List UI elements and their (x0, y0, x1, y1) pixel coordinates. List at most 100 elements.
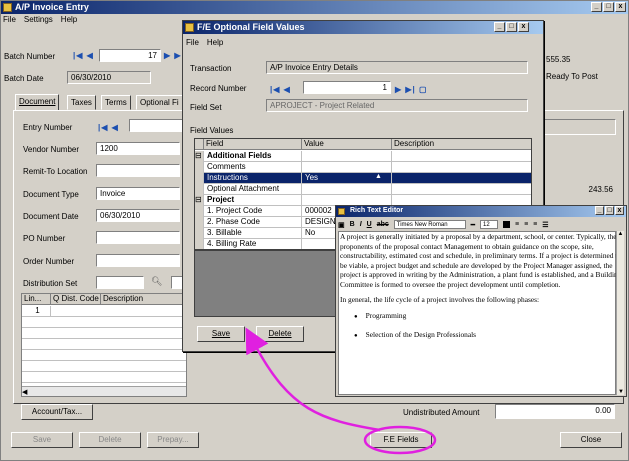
tab-optional-fields[interactable]: Optional Fi (136, 95, 183, 110)
order-number-label: Order Number (23, 257, 75, 266)
record-number-label: Record Number (190, 84, 247, 93)
grid-header-line[interactable]: Lin... (22, 294, 51, 305)
group-row[interactable]: ⊟ Additional Fields (195, 151, 531, 162)
underline-icon[interactable]: U (367, 221, 372, 228)
cell-value[interactable] (302, 162, 392, 173)
batch-number-field[interactable]: 17 (99, 49, 161, 62)
doc-date-field[interactable]: 06/30/2010 (96, 209, 180, 222)
entry-number-field[interactable] (129, 119, 189, 132)
close-button[interactable]: Close (560, 432, 622, 448)
table-row[interactable] (22, 350, 186, 361)
doc-type-field[interactable]: Invoice (96, 187, 180, 200)
maximize-button[interactable]: □ (603, 2, 614, 12)
optional-save-button[interactable]: Save (197, 326, 245, 342)
menu-settings[interactable]: Settings (24, 15, 53, 24)
rte-paragraph-1: A project is generally initiated by a pr… (340, 232, 622, 289)
doc-type-label: Document Type (23, 190, 79, 199)
batch-nav-prev-icons[interactable]: |◀ ◀ (73, 51, 94, 60)
row-indent (195, 184, 204, 195)
optional-menu-file[interactable]: File (186, 38, 199, 47)
cell-description (392, 184, 531, 195)
align-center-icon[interactable]: ≡ (524, 221, 528, 228)
fe-fields-button[interactable]: F.E Fields (370, 432, 432, 448)
account-tax-button[interactable]: Account/Tax... (21, 404, 93, 420)
record-number-field[interactable]: 1 (303, 81, 391, 94)
grid-hscrollbar[interactable]: ◀ (22, 386, 186, 396)
table-row[interactable]: Instructions Yes ▲ (195, 173, 531, 184)
align-right-icon[interactable]: ≡ (533, 221, 537, 228)
doc-date-label: Document Date (23, 212, 79, 221)
table-row[interactable]: 1 (22, 306, 186, 317)
cell-value[interactable] (302, 184, 392, 195)
table-row[interactable] (22, 339, 186, 350)
prepay-button[interactable]: Prepay... (147, 432, 199, 448)
cell-field: Additional Fields (204, 151, 302, 162)
dist-set-field[interactable] (96, 276, 144, 289)
grid-header-description[interactable]: Description (101, 294, 186, 305)
line-icon[interactable]: ━ (471, 221, 475, 229)
table-row[interactable] (22, 328, 186, 339)
optional-maximize-button[interactable]: □ (506, 22, 517, 32)
collapse-icon[interactable]: ⊟ (195, 151, 204, 162)
menu-help[interactable]: Help (61, 15, 77, 24)
tab-taxes[interactable]: Taxes (67, 95, 96, 110)
tab-terms[interactable]: Terms (101, 95, 131, 110)
table-row[interactable]: Comments (195, 162, 531, 173)
scroll-up-icon[interactable]: ▲ (618, 231, 624, 237)
header-field[interactable]: Field (204, 139, 302, 150)
optional-menu-help[interactable]: Help (207, 38, 223, 47)
save-icon[interactable]: ▣ (338, 221, 345, 229)
italic-icon[interactable]: I (360, 221, 362, 228)
strikethrough-icon[interactable]: abc (377, 221, 389, 228)
batch-number-label: Batch Number (4, 52, 56, 61)
header-description[interactable]: Description (392, 139, 531, 150)
rte-content[interactable]: A project is generally initiated by a pr… (340, 232, 622, 350)
magnifier-icon[interactable]: 🔍︎ (151, 276, 162, 287)
header-value[interactable]: Value (302, 139, 392, 150)
po-number-field[interactable] (96, 231, 180, 244)
color-icon[interactable] (502, 221, 510, 228)
undistributed-field: 0.00 (495, 404, 615, 419)
font-name-select[interactable]: Times New Roman (393, 220, 466, 229)
menu-file[interactable]: File (3, 15, 16, 24)
record-nav-next-icons[interactable]: ▶ ▶| ▢ (395, 85, 428, 94)
rte-app-icon (338, 208, 345, 215)
order-number-field[interactable] (96, 254, 180, 267)
rte-paragraph-2: In general, the life cycle of a project … (340, 295, 540, 304)
align-left-icon[interactable]: ≡ (515, 221, 519, 228)
save-button[interactable]: Save (11, 432, 73, 448)
minimize-button[interactable]: _ (591, 2, 602, 12)
collapse-icon[interactable]: ⊟ (195, 195, 204, 206)
grid-header-dist-code[interactable]: Q Dist. Code (51, 294, 101, 305)
rte-vscrollbar[interactable]: ▲ ▼ (616, 231, 624, 395)
entry-nav-icons[interactable]: |◀ ◀ (98, 123, 119, 132)
remit-to-field[interactable] (96, 164, 180, 177)
dropdown-arrow-icon[interactable]: ▲ (375, 173, 382, 180)
scroll-down-icon[interactable]: ▼ (618, 389, 624, 395)
scroll-left-icon[interactable]: ◀ (22, 389, 27, 396)
close-window-button[interactable]: x (615, 2, 626, 12)
batch-nav-next-icons[interactable]: ▶ ▶ (164, 51, 182, 60)
bold-icon[interactable]: B (350, 221, 355, 228)
optional-delete-button[interactable]: Delete (256, 326, 304, 342)
rte-minimize-button[interactable]: _ (595, 206, 604, 215)
row-indent (195, 173, 204, 184)
distribution-grid[interactable]: Lin... Q Dist. Code Description 1 ◀ (21, 293, 187, 397)
rte-close-button[interactable]: x (615, 206, 624, 215)
optional-minimize-button[interactable]: _ (494, 22, 505, 32)
table-row[interactable] (22, 361, 186, 372)
tab-document[interactable]: Document (15, 94, 60, 110)
batch-total: 555.35 (543, 54, 621, 67)
font-size-select[interactable]: 12 (479, 220, 498, 229)
list-icon[interactable]: ☰ (542, 221, 548, 229)
record-nav-prev-icons[interactable]: |◀ ◀ (270, 85, 291, 94)
cell-value[interactable] (302, 151, 392, 162)
table-row[interactable]: Optional Attachment (195, 184, 531, 195)
vendor-number-field[interactable]: 1200 (96, 142, 180, 155)
field-set-dropdown[interactable]: APROJECT - Project Related (266, 99, 528, 112)
table-row[interactable] (22, 317, 186, 328)
optional-close-button[interactable]: x (518, 22, 529, 32)
rte-maximize-button[interactable]: □ (605, 206, 614, 215)
table-row[interactable] (22, 372, 186, 383)
delete-button[interactable]: Delete (79, 432, 141, 448)
